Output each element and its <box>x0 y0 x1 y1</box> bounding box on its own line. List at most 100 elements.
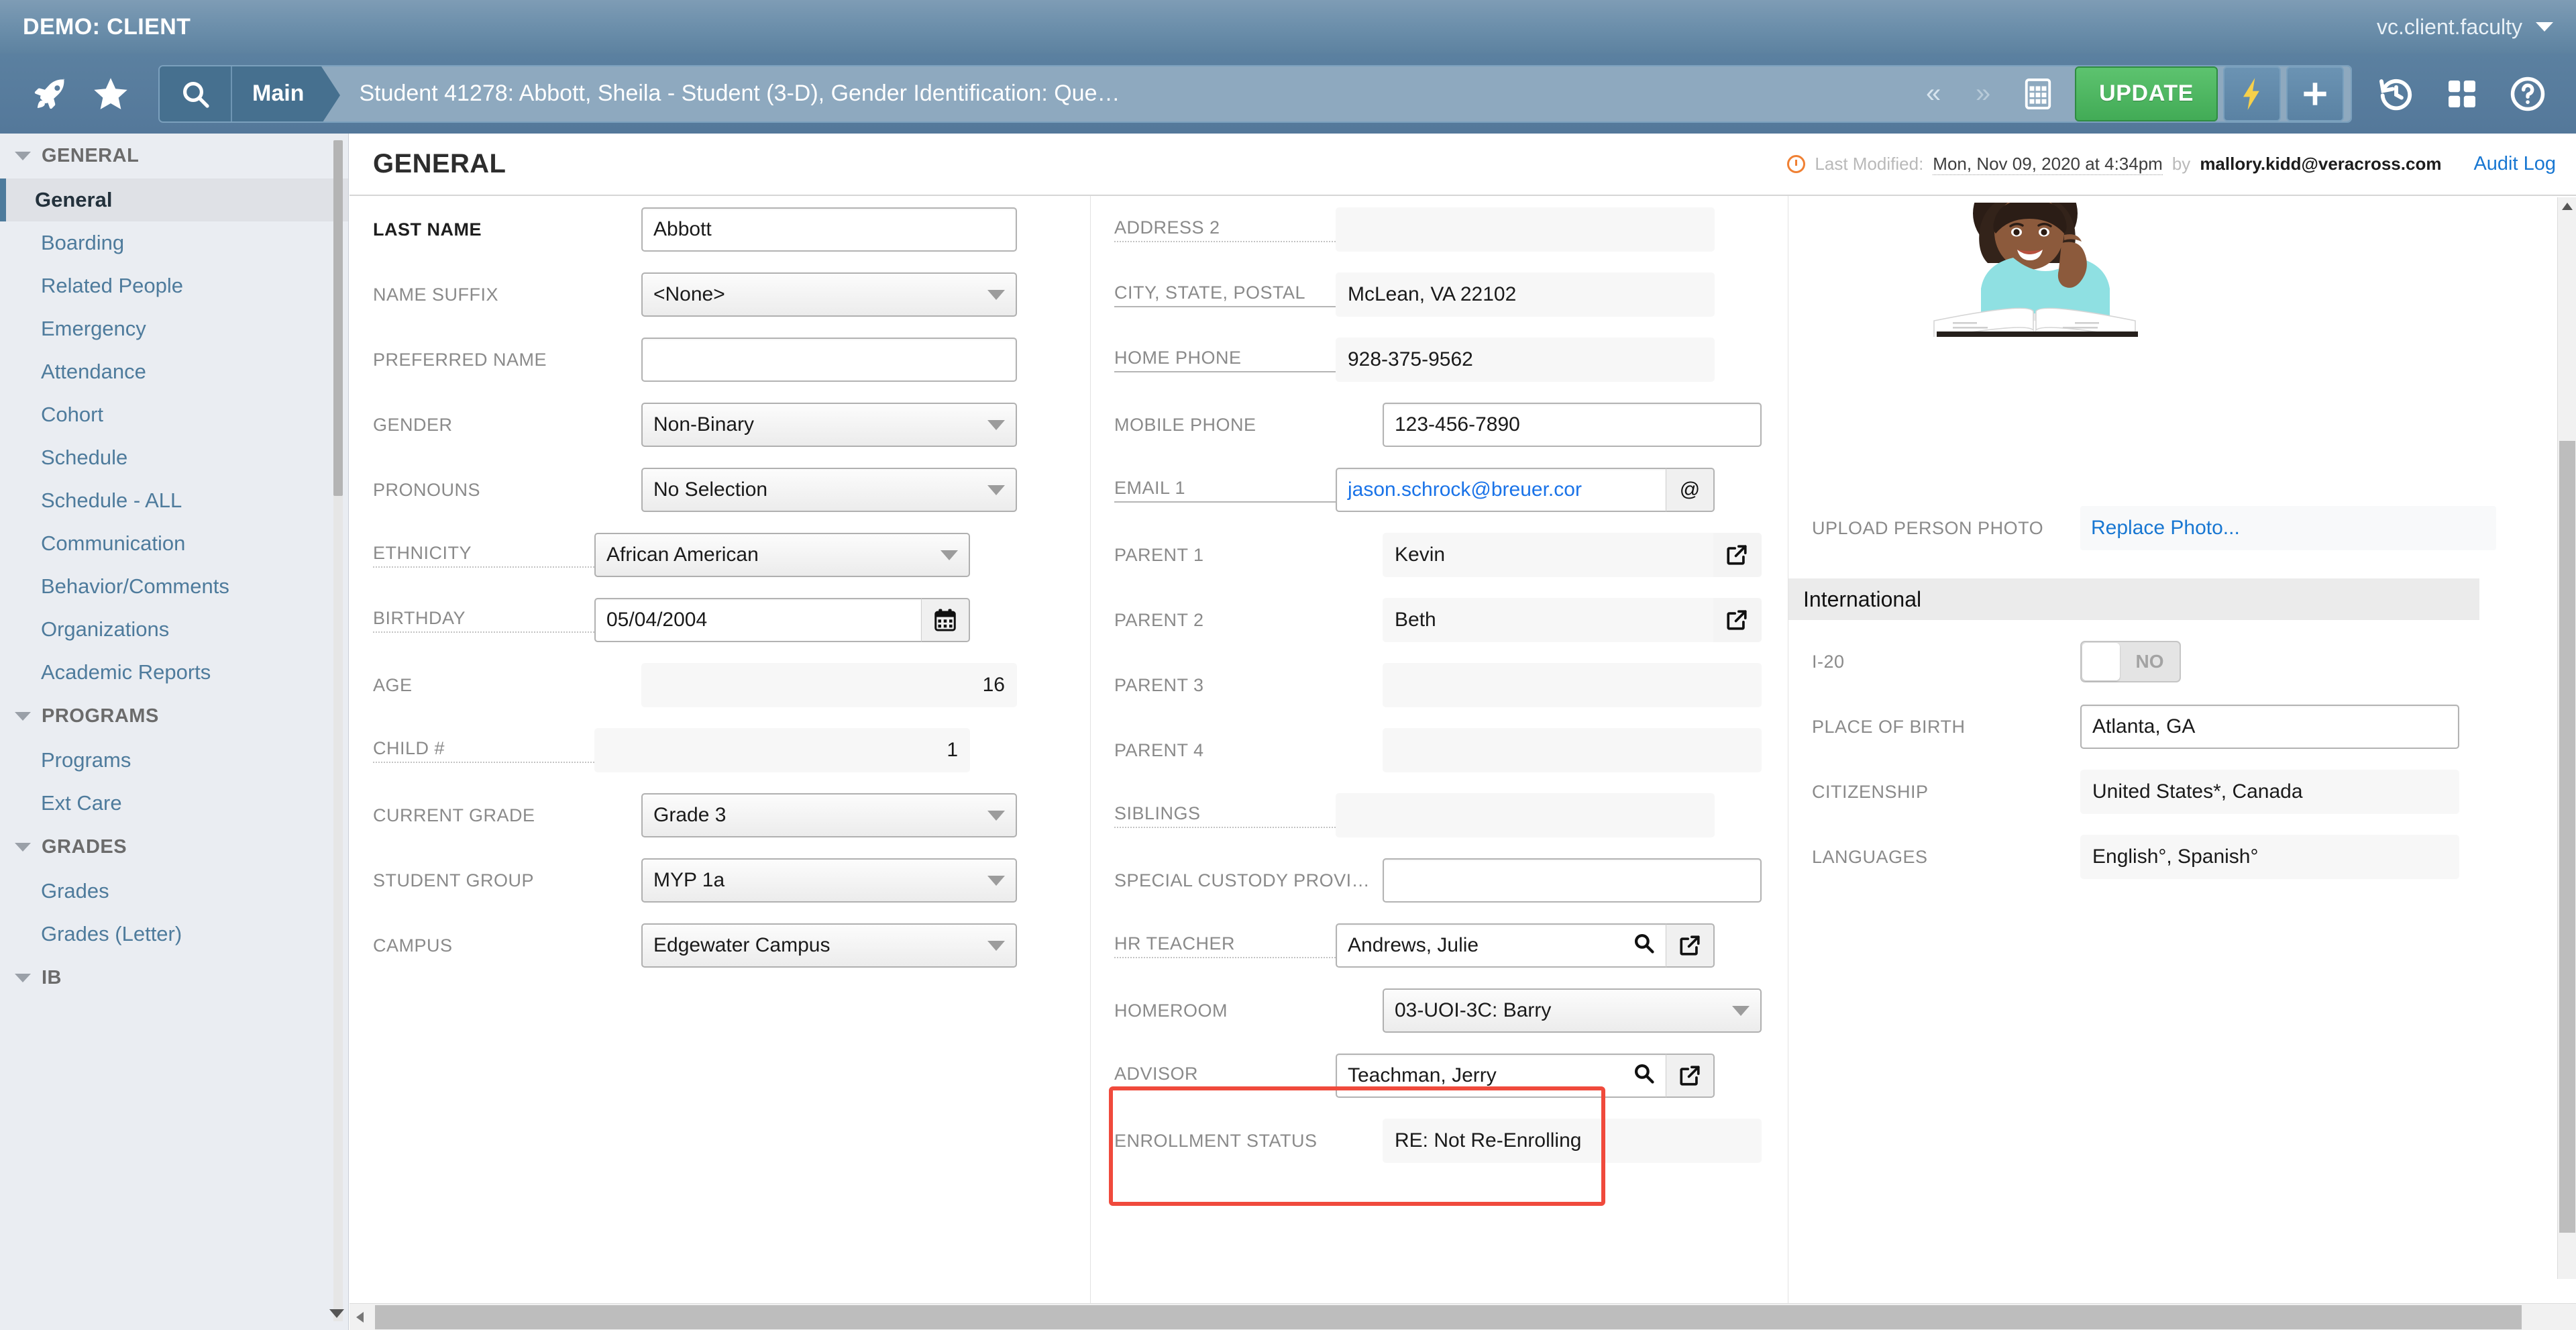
field-value-email-1[interactable]: jason.schrock@breuer.cor <box>1336 468 1666 512</box>
field-value-ethnicity[interactable]: African American <box>594 533 970 577</box>
field-value-special-custody-provi[interactable] <box>1383 858 1762 903</box>
field-value-last-name[interactable]: Abbott <box>641 207 1017 252</box>
field-value-name-suffix[interactable]: <None> <box>641 272 1017 317</box>
sidebar-item-emergency[interactable]: Emergency <box>0 307 348 350</box>
field-value-place-of-birth[interactable]: Atlanta, GA <box>2080 705 2459 749</box>
sidebar-item-organizations[interactable]: Organizations <box>0 608 348 651</box>
sidebar-item-communication[interactable]: Communication <box>0 522 348 565</box>
apps-grid-icon[interactable] <box>2434 66 2490 122</box>
content-vertical-scrollbar[interactable] <box>2557 197 2576 1279</box>
sidebar-item-academic-reports[interactable]: Academic Reports <box>0 651 348 694</box>
toggle-i-20[interactable]: NO <box>2080 641 2181 682</box>
external-link-icon[interactable] <box>1713 533 1762 577</box>
search-icon[interactable] <box>1632 1062 1655 1090</box>
sidebar-item-schedule-all[interactable]: Schedule - ALL <box>0 479 348 522</box>
horizontal-scrollbar-thumb[interactable] <box>375 1305 2522 1329</box>
field-value-homeroom[interactable]: 03-UOI-3C: Barry <box>1383 988 1762 1033</box>
field-value-preferred-name[interactable] <box>641 338 1017 382</box>
date-field-birthday: 05/04/2004 <box>594 598 970 642</box>
user-menu[interactable]: vc.client.faculty <box>2377 15 2553 40</box>
sidebar-group-ib[interactable]: IB <box>0 956 348 1001</box>
sidebar-item-general[interactable]: General <box>0 178 348 221</box>
add-record-plus-icon[interactable] <box>2286 66 2344 121</box>
field-value-parent-1: Kevin <box>1383 533 1713 577</box>
lookup-input-hr-teacher[interactable]: Andrews, Julie <box>1336 923 1666 968</box>
sidebar-group-grades[interactable]: GRADES <box>0 825 348 870</box>
field-value-campus[interactable]: Edgewater Campus <box>641 923 1017 968</box>
field-row-special-custody-provi: SPECIAL CUSTODY PROVI… <box>1114 854 1788 907</box>
replace-photo-link[interactable]: Replace Photo... <box>2080 506 2496 550</box>
favorites-star-icon[interactable] <box>80 64 141 124</box>
scroll-up-arrow[interactable] <box>2562 203 2573 210</box>
search-icon[interactable] <box>160 66 232 121</box>
next-record-button[interactable]: » <box>1958 66 2008 121</box>
audit-log-link[interactable]: Audit Log <box>2473 153 2556 175</box>
sidebar-item-cohort[interactable]: Cohort <box>0 393 348 436</box>
field-label-parent-4: PARENT 4 <box>1114 739 1204 760</box>
sidebar-item-attendance[interactable]: Attendance <box>0 350 348 393</box>
help-icon[interactable] <box>2500 66 2556 122</box>
content-horizontal-scrollbar[interactable] <box>350 1303 2576 1330</box>
field-row-languages: LANGUAGES English°, Spanish° <box>1812 830 2530 884</box>
sidebar-item-grades-letter[interactable]: Grades (Letter) <box>0 913 348 956</box>
sidebar-item-programs[interactable]: Programs <box>0 739 348 782</box>
field-value-home-phone: 928-375-9562 <box>1336 338 1715 382</box>
main-tab[interactable]: Main <box>232 66 341 121</box>
rocket-icon[interactable] <box>20 64 80 124</box>
field-label-homeroom: HOMEROOM <box>1114 1000 1228 1021</box>
field-row-birthday: BIRTHDAY 05/04/2004 <box>373 593 1090 647</box>
field-value-gender[interactable]: Non-Binary <box>641 403 1017 447</box>
field-label-enrollment-status: ENROLLMENT STATUS <box>1114 1130 1318 1151</box>
sidebar-scroll-down-arrow[interactable] <box>329 1309 344 1318</box>
field-row-city-state-postal: CITY, STATE, POSTAL McLean, VA 22102 <box>1114 268 1788 321</box>
last-modified-user: mallory.kidd@veracross.com <box>2200 154 2442 174</box>
sidebar-item-related-people[interactable]: Related People <box>0 264 348 307</box>
field-value-birthday[interactable]: 05/04/2004 <box>594 598 922 642</box>
sidebar-item-ext-care[interactable]: Ext Care <box>0 782 348 825</box>
lookup-field-advisor: Teachman, Jerry <box>1336 1054 1715 1098</box>
grid-view-icon[interactable] <box>2008 66 2069 121</box>
field-row-place-of-birth: PLACE OF BIRTH Atlanta, GA <box>1812 700 2530 754</box>
field-value-homeroom: 03-UOI-3C: Barry <box>1395 999 1552 1021</box>
field-value-pronouns[interactable]: No Selection <box>641 468 1017 512</box>
sidebar-item-schedule[interactable]: Schedule <box>0 436 348 479</box>
sidebar-group-label: PROGRAMS <box>42 705 159 727</box>
lookup-field-hr-teacher: Andrews, Julie <box>1336 923 1715 968</box>
field-value-mobile-phone[interactable]: 123-456-7890 <box>1383 403 1762 447</box>
history-icon[interactable] <box>2368 66 2424 122</box>
search-icon[interactable] <box>1632 931 1655 960</box>
last-modified-date: Mon, Nov 09, 2020 at 4:34pm <box>1933 153 2163 175</box>
field-label-child: CHILD # <box>373 738 594 763</box>
field-value-student-group[interactable]: MYP 1a <box>641 858 1017 903</box>
field-value-current-grade[interactable]: Grade 3 <box>641 793 1017 837</box>
quick-actions-lightning-icon[interactable] <box>2223 66 2281 121</box>
vertical-scrollbar-thumb[interactable] <box>2559 441 2575 1233</box>
lookup-input-advisor[interactable]: Teachman, Jerry <box>1336 1054 1666 1098</box>
chevron-down-icon <box>987 940 1005 951</box>
external-link-icon[interactable] <box>1713 598 1762 642</box>
sidebar-group-programs[interactable]: PROGRAMS <box>0 694 348 739</box>
field-value-advisor: Teachman, Jerry <box>1348 1064 1497 1086</box>
field-value-address-2 <box>1336 207 1715 252</box>
sidebar-item-grades[interactable]: Grades <box>0 870 348 913</box>
calendar-icon[interactable] <box>922 598 970 642</box>
sidebar-scrollbar-thumb[interactable] <box>333 140 343 496</box>
external-link-icon[interactable] <box>1666 1054 1715 1098</box>
sidebar-group-general[interactable]: GENERAL <box>0 134 348 178</box>
linked-field-parent-1: Kevin <box>1383 533 1762 577</box>
field-row-campus: CAMPUS Edgewater Campus <box>373 919 1090 972</box>
sidebar-item-behavior-comments[interactable]: Behavior/Comments <box>0 565 348 608</box>
prev-record-button[interactable]: « <box>1909 66 1959 121</box>
triangle-down-icon <box>15 843 31 852</box>
field-value-student-group: MYP 1a <box>653 869 725 891</box>
sidebar-item-boarding[interactable]: Boarding <box>0 221 348 264</box>
email-at-icon[interactable]: @ <box>1666 468 1715 512</box>
external-link-icon[interactable] <box>1666 923 1715 968</box>
field-value-age: 16 <box>641 663 1017 707</box>
scroll-left-arrow[interactable] <box>356 1312 364 1323</box>
field-row-citizenship: CITIZENSHIP United States*, Canada <box>1812 765 2530 819</box>
chevron-down-icon <box>987 484 1005 495</box>
triangle-down-icon <box>15 152 31 160</box>
field-value-citizenship: United States*, Canada <box>2080 770 2459 814</box>
update-button[interactable]: UPDATE <box>2075 66 2218 121</box>
